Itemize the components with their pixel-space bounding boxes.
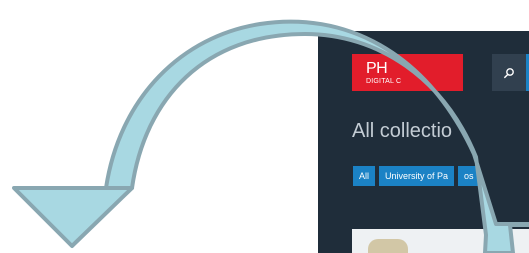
logo-main-text: PH xyxy=(366,60,388,77)
filter-chip-university[interactable]: University of Pa xyxy=(379,166,455,186)
logo-subtitle: DIGITAL C xyxy=(366,78,402,85)
screenshot-canvas: PH DIGITAL C All collectio All Universit… xyxy=(0,0,529,253)
collection-page: PH DIGITAL C All collectio All Universit… xyxy=(318,31,529,253)
collection-thumbnail xyxy=(368,239,408,253)
search-button[interactable] xyxy=(492,54,526,91)
search-icon xyxy=(504,67,514,78)
collection-filter-bar: All University of Pa os xyxy=(353,166,480,186)
filter-chip-all[interactable]: All xyxy=(353,166,376,186)
collection-card[interactable] xyxy=(352,229,529,253)
page-title: All collectio xyxy=(352,120,453,142)
filter-chip-partial[interactable]: os xyxy=(458,166,480,186)
site-logo[interactable]: PH DIGITAL C xyxy=(352,54,463,91)
